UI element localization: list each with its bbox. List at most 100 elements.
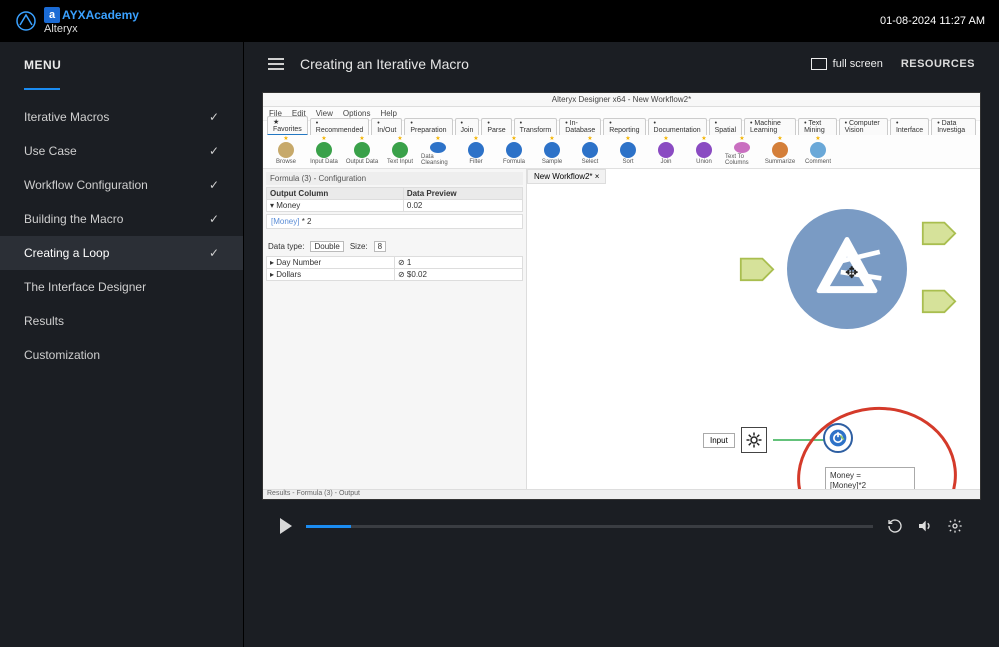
sidebar-item-building-the-macro[interactable]: Building the Macro ✓ (0, 202, 243, 236)
config-panel: Formula (3) - Configuration Output Colum… (263, 169, 527, 489)
progress-track[interactable] (306, 525, 873, 528)
menu-header: MENU (0, 42, 243, 88)
sidebar-item-label: Use Case (24, 144, 77, 158)
menu-help[interactable]: Help (380, 109, 396, 118)
sidebar-item-customization[interactable]: Customization (0, 338, 243, 372)
category-tab[interactable]: • Transform (514, 118, 558, 135)
video-frame[interactable]: Alteryx Designer x64 - New Workflow2* Fi… (262, 92, 981, 500)
category-tab[interactable]: • In/Out (371, 118, 402, 135)
replay-button[interactable] (887, 518, 903, 534)
fullscreen-label: full screen (833, 58, 883, 70)
fullscreen-icon (811, 58, 827, 70)
menu-toggle-icon[interactable] (268, 58, 284, 70)
check-icon: ✓ (209, 110, 219, 124)
formula-expression[interactable]: [Money] * 2 (266, 214, 523, 229)
menu-view[interactable]: View (316, 109, 333, 118)
sidebar: MENU Iterative Macros✓Use Case✓Workflow … (0, 42, 244, 647)
macro-input-anchor[interactable] (739, 255, 775, 285)
check-icon: ✓ (209, 246, 219, 260)
check-icon: ✓ (209, 178, 219, 192)
output-row-name[interactable]: ▸ Day Number (267, 257, 395, 269)
tool-union[interactable]: ★Union (687, 137, 721, 166)
category-tab[interactable]: • Spatial (709, 118, 742, 135)
size-label: Size: (350, 242, 368, 251)
category-tab[interactable]: ★ Favorites (267, 116, 308, 135)
datatype-select[interactable]: Double (310, 241, 343, 252)
brand-block: a AYXAcademy Alteryx (44, 7, 139, 35)
cfg-output-preview: 0.02 (403, 200, 522, 212)
tool-category-tabs: ★ Favorites• Recommended• In/Out• Prepar… (263, 121, 980, 135)
category-tab[interactable]: • Interface (890, 118, 929, 135)
tool-select[interactable]: ★Select (573, 137, 607, 166)
category-tab[interactable]: • Parse (481, 118, 511, 135)
category-tab[interactable]: • Join (455, 118, 480, 135)
volume-button[interactable] (917, 518, 933, 534)
output-row-value: ⊘ 1 (395, 257, 523, 269)
input-node-label[interactable]: Input (703, 433, 735, 448)
output-row-name[interactable]: ▸ Dollars (267, 269, 395, 281)
sidebar-item-creating-a-loop[interactable]: Creating a Loop ✓ (0, 236, 243, 270)
category-tab[interactable]: • Computer Vision (839, 118, 888, 135)
sidebar-item-results[interactable]: Results (0, 304, 243, 338)
category-tab[interactable]: • Text Mining (798, 118, 836, 135)
datatype-label: Data type: (268, 242, 304, 251)
sidebar-item-label: Results (24, 314, 64, 328)
sidebar-item-iterative-macros[interactable]: Iterative Macros✓ (0, 100, 243, 134)
fullscreen-button[interactable]: full screen (811, 58, 883, 70)
brand-link[interactable]: AYXAcademy (62, 8, 139, 22)
lesson-title: Creating an Iterative Macro (300, 56, 469, 72)
tool-comment[interactable]: ★Comment (801, 137, 835, 166)
tool-input-data[interactable]: ★Input Data (307, 137, 341, 166)
tool-summarize[interactable]: ★Summarize (763, 137, 797, 166)
formula-tool-icon[interactable] (823, 423, 853, 453)
play-button[interactable] (280, 518, 292, 534)
workflow-canvas[interactable]: New Workflow2* × ✥ (527, 169, 980, 489)
size-input[interactable]: 8 (374, 241, 386, 252)
check-icon: ✓ (209, 144, 219, 158)
tool-output-data[interactable]: ★Output Data (345, 137, 379, 166)
timestamp: 01-08-2024 11:27 AM (880, 15, 985, 27)
tool-sort[interactable]: ★Sort (611, 137, 645, 166)
macro-output-anchor-bottom[interactable] (921, 287, 957, 317)
move-cursor-icon: ✥ (845, 263, 858, 283)
canvas-tab[interactable]: New Workflow2* × (527, 169, 606, 184)
video-player-controls (262, 500, 981, 544)
tool-data-cleansing[interactable]: ★Data Cleansing (421, 137, 455, 166)
macro-input-tool-icon[interactable] (741, 427, 767, 453)
cfg-output-name[interactable]: ▾ Money (267, 200, 404, 212)
category-tab[interactable]: • In-Database (559, 118, 601, 135)
progress-fill (306, 525, 351, 528)
macro-output-anchor-top[interactable] (921, 219, 957, 249)
main-pane: Creating an Iterative Macro full screen … (244, 42, 999, 647)
tool-formula[interactable]: ★Formula (497, 137, 531, 166)
tool-text-to-columns[interactable]: ★Text To Columns (725, 137, 759, 166)
category-tab[interactable]: • Recommended (310, 118, 369, 135)
tool-browse[interactable]: ★Browse (269, 137, 303, 166)
tool-join[interactable]: ★Join (649, 137, 683, 166)
brand-letter-icon: a (44, 7, 60, 23)
sidebar-item-label: Building the Macro (24, 212, 123, 226)
tool-text-input[interactable]: ★Text Input (383, 137, 417, 166)
sidebar-item-workflow-configuration[interactable]: Workflow Configuration✓ (0, 168, 243, 202)
cfg-head-output: Output Column (267, 188, 404, 200)
category-tab[interactable]: • Data Investiga (931, 118, 976, 135)
sidebar-item-use-case[interactable]: Use Case ✓ (0, 134, 243, 168)
check-icon: ✓ (209, 212, 219, 226)
config-panel-title: Formula (3) - Configuration (266, 172, 523, 185)
sidebar-item-the-interface-designer[interactable]: The Interface Designer (0, 270, 243, 304)
category-tab[interactable]: • Preparation (404, 118, 452, 135)
category-tab[interactable]: • Machine Learning (744, 118, 796, 135)
top-bar: a AYXAcademy Alteryx 01-08-2024 11:27 AM (0, 0, 999, 42)
tool-sample[interactable]: ★Sample (535, 137, 569, 166)
menu-options[interactable]: Options (343, 109, 371, 118)
tool-filter[interactable]: ★Filter (459, 137, 493, 166)
iterative-macro-icon[interactable]: ✥ (787, 209, 907, 329)
app-window-title: Alteryx Designer x64 - New Workflow2* (263, 93, 980, 107)
sidebar-item-label: Creating a Loop (24, 246, 109, 260)
results-panel-header[interactable]: Results - Formula (3) - Output (263, 489, 980, 499)
category-tab[interactable]: • Reporting (603, 118, 645, 135)
settings-button[interactable] (947, 518, 963, 534)
resources-button[interactable]: RESOURCES (901, 58, 975, 70)
sidebar-item-label: The Interface Designer (24, 280, 146, 294)
category-tab[interactable]: • Documentation (648, 118, 707, 135)
